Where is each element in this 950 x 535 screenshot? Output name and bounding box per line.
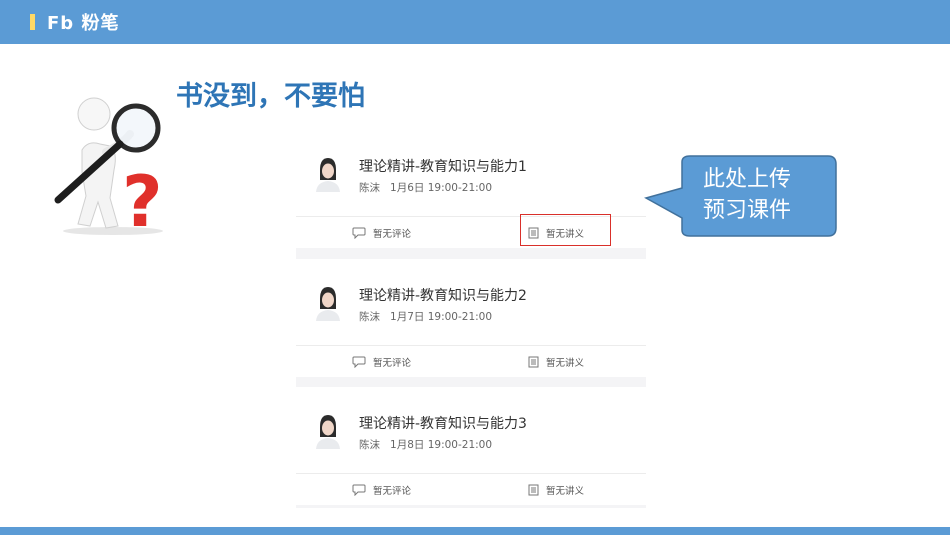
lesson-meta: 陈沫 1月8日 19:00-21:00	[359, 437, 492, 452]
teacher-name: 陈沫	[359, 311, 380, 323]
footer-bar	[0, 527, 950, 535]
divider	[296, 473, 646, 474]
teacher-avatar	[316, 415, 340, 449]
notes-label: 暂无讲义	[546, 358, 585, 369]
lesson-card[interactable]: 理论精讲-教育知识与能力2 陈沫 1月7日 19:00-21:00 暂无评论 暂…	[296, 259, 646, 377]
lesson-title: 理论精讲-教育知识与能力2	[359, 288, 527, 304]
teacher-avatar	[316, 158, 340, 192]
header-accent	[30, 14, 35, 30]
notes-button[interactable]: 暂无讲义	[528, 355, 584, 369]
lesson-meta: 陈沫 1月6日 19:00-21:00	[359, 180, 492, 195]
comment-label: 暂无评论	[373, 229, 412, 240]
brand-logo: Fb 粉笔	[47, 13, 120, 34]
comment-label: 暂无评论	[373, 358, 412, 369]
lesson-title: 理论精讲-教育知识与能力3	[359, 416, 527, 432]
lesson-schedule: 1月8日 19:00-21:00	[390, 439, 493, 451]
callout-line-1: 此处上传	[702, 167, 791, 192]
lesson-title: 理论精讲-教育知识与能力1	[359, 159, 527, 175]
lesson-meta: 陈沫 1月7日 19:00-21:00	[359, 309, 492, 324]
notes-highlight-box	[520, 214, 611, 246]
teacher-name: 陈沫	[359, 182, 380, 194]
teacher-name: 陈沫	[359, 439, 380, 451]
magnifier-question-figure-icon: ?	[54, 97, 163, 236]
document-icon	[528, 484, 539, 496]
comment-button[interactable]: 暂无评论	[352, 226, 411, 240]
lesson-schedule: 1月7日 19:00-21:00	[390, 311, 493, 323]
lesson-card[interactable]: 理论精讲-教育知识与能力3 陈沫 1月8日 19:00-21:00 暂无评论 暂…	[296, 387, 646, 505]
header-bar: Fb 粉笔	[0, 0, 950, 44]
callout-line-2: 预习课件	[702, 198, 791, 223]
page-title: 书没到，不要怕	[176, 81, 365, 112]
lesson-schedule: 1月6日 19:00-21:00	[390, 182, 493, 194]
notes-button[interactable]: 暂无讲义	[528, 483, 584, 497]
svg-text:?: ?	[122, 161, 163, 236]
comment-bubble-icon	[352, 227, 366, 239]
comment-label: 暂无评论	[373, 486, 412, 497]
comment-button[interactable]: 暂无评论	[352, 483, 411, 497]
slide: Fb 粉笔 书没到，不要怕 ? 理论精讲-教育知识与能力1 陈沫 1月6日 19…	[0, 0, 950, 535]
document-icon	[528, 356, 539, 368]
notes-label: 暂无讲义	[546, 486, 585, 497]
comment-bubble-icon	[352, 356, 366, 368]
comment-bubble-icon	[352, 484, 366, 496]
teacher-avatar	[316, 287, 340, 321]
callout-text: 此处上传 预习课件	[672, 164, 822, 226]
divider	[296, 345, 646, 346]
lesson-list: 理论精讲-教育知识与能力1 陈沫 1月6日 19:00-21:00 暂无评论 暂…	[296, 130, 646, 508]
comment-button[interactable]: 暂无评论	[352, 355, 411, 369]
